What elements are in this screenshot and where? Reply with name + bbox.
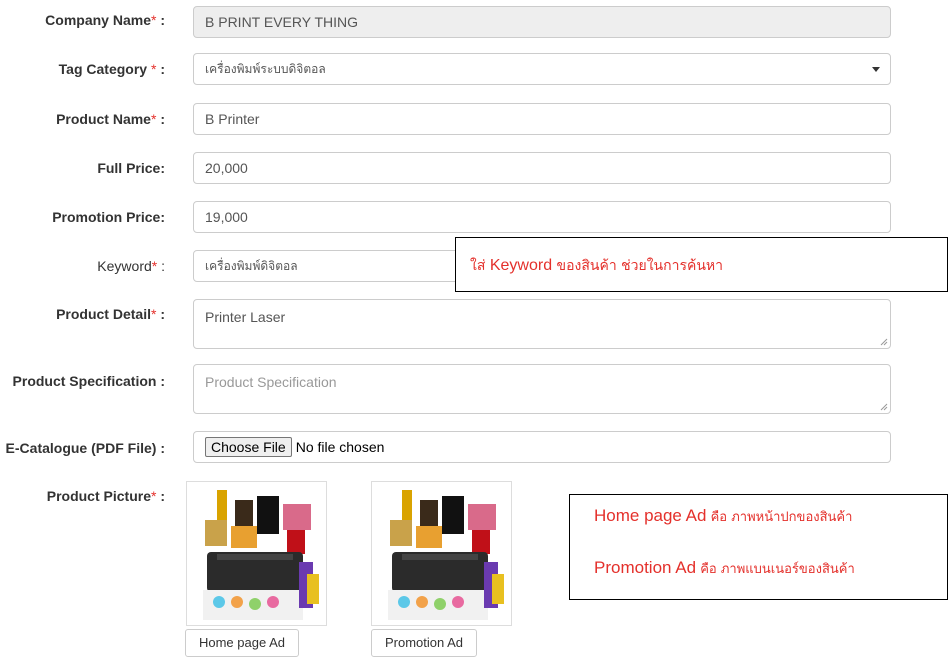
e-catalogue-label: E-Catalogue (PDF File) : (5, 440, 165, 456)
e-catalogue-file-input[interactable]: Choose File No file chosen (193, 431, 891, 463)
promotion-price-label: Promotion Price: (52, 209, 165, 225)
choose-file-button[interactable]: Choose File (205, 437, 292, 457)
promotion-price-input[interactable]: 19,000 (193, 201, 891, 233)
product-detail-textarea[interactable]: Printer Laser (193, 299, 891, 349)
ads-callout-line-promo: Promotion Ad คือ ภาพแบนเนอร์ของสินค้า (594, 558, 855, 577)
keyword-label: Keyword* : (97, 258, 165, 274)
promotion-ad-button[interactable]: Promotion Ad (371, 629, 477, 657)
product-specification-label: Product Specification : (12, 373, 165, 389)
company-name-label: Company Name* : (45, 12, 165, 28)
keyword-callout: ใส่ Keyword ของสินค้า ช่วยในการค้นหา (455, 237, 948, 292)
chevron-down-icon (872, 67, 880, 72)
full-price-label: Full Price: (97, 160, 165, 176)
ads-callout: Home page Ad คือ ภาพหน้าปกของสินค้า Prom… (569, 494, 948, 600)
product-detail-label: Product Detail* : (56, 306, 165, 322)
resize-grip-icon[interactable] (880, 338, 888, 346)
resize-grip-icon[interactable] (880, 403, 888, 411)
company-name-input[interactable]: B PRINT EVERY THING (193, 6, 891, 38)
ads-callout-line-home: Home page Ad คือ ภาพหน้าปกของสินค้า (594, 506, 853, 525)
product-name-input[interactable]: B Printer (193, 103, 891, 135)
full-price-input[interactable]: 20,000 (193, 152, 891, 184)
product-specification-textarea[interactable]: Product Specification (193, 364, 891, 414)
product-name-label: Product Name* : (56, 111, 165, 127)
tag-category-select[interactable]: เครื่องพิมพ์ระบบดิจิตอล (193, 53, 891, 85)
home-page-ad-button[interactable]: Home page Ad (185, 629, 299, 657)
product-picture-label: Product Picture* : (46, 488, 165, 504)
file-status: No file chosen (295, 439, 385, 455)
promotion-ad-image[interactable] (371, 481, 512, 626)
tag-category-label: Tag Category * : (58, 61, 165, 77)
home-page-ad-image[interactable] (186, 481, 327, 626)
